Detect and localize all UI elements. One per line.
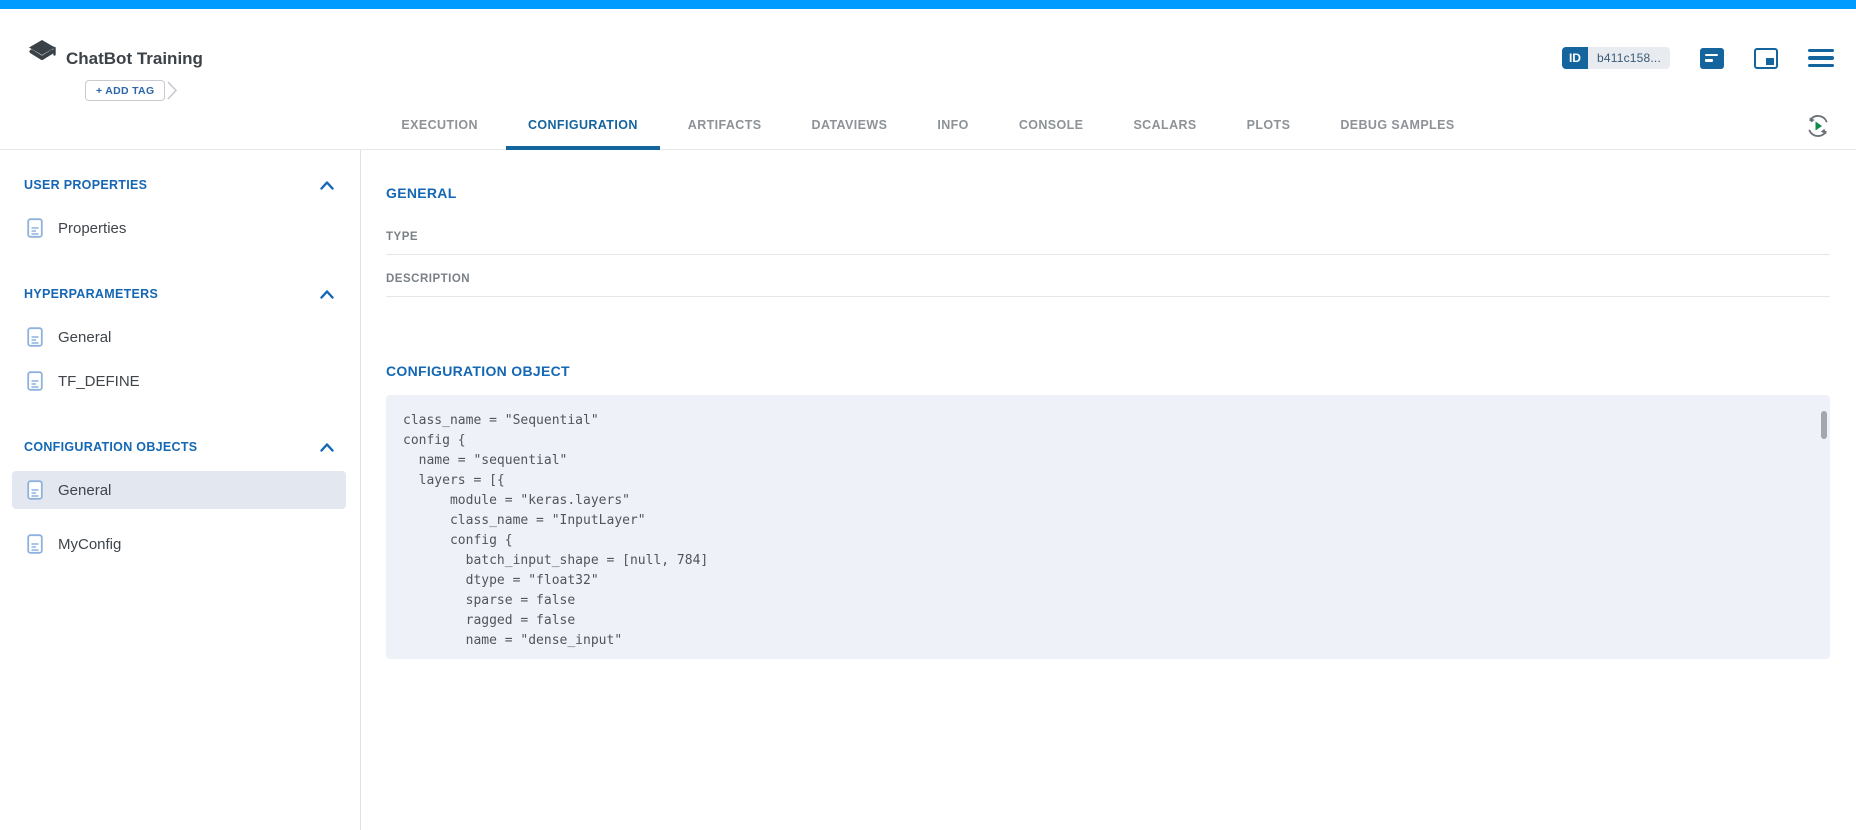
configuration-sidebar: USER PROPERTIES Properties HYPERPARAMETE… bbox=[0, 150, 361, 830]
description-label: DESCRIPTION bbox=[386, 273, 470, 285]
tab-plots[interactable]: PLOTS bbox=[1225, 118, 1313, 150]
code-line: config { bbox=[403, 531, 1800, 551]
side-panel-toggle-icon[interactable] bbox=[1754, 48, 1778, 69]
type-label: TYPE bbox=[386, 231, 418, 243]
tab-configuration[interactable]: CONFIGURATION bbox=[506, 118, 660, 150]
add-tag: + ADD TAG bbox=[85, 80, 178, 101]
configuration-panel: GENERAL TYPE DESCRIPTION CONFIGURATION O… bbox=[361, 150, 1856, 830]
section-configuration-objects[interactable]: CONFIGURATION OBJECTS bbox=[0, 438, 360, 456]
tag-chevron-icon bbox=[167, 80, 178, 101]
tab-info[interactable]: INFO bbox=[915, 118, 990, 150]
code-line: sparse = false bbox=[403, 591, 1800, 611]
configuration-object-heading: CONFIGURATION OBJECT bbox=[386, 363, 1830, 379]
code-line: name = "sequential" bbox=[403, 451, 1800, 471]
section-title: CONFIGURATION OBJECTS bbox=[24, 440, 197, 454]
content-area: USER PROPERTIES Properties HYPERPARAMETE… bbox=[0, 150, 1856, 830]
section-title: HYPERPARAMETERS bbox=[24, 287, 158, 301]
experiment-id-badge[interactable]: ID b411c158... bbox=[1562, 47, 1670, 69]
configuration-object-code[interactable]: class_name = "Sequential" config { name … bbox=[386, 395, 1830, 659]
code-line: name = "dense_input" bbox=[403, 631, 1800, 651]
document-icon bbox=[27, 371, 43, 391]
id-value: b411c158... bbox=[1588, 47, 1670, 69]
sidebar-item-tf-define[interactable]: TF_DEFINE bbox=[12, 362, 346, 400]
sidebar-item-config-general[interactable]: General bbox=[12, 471, 346, 509]
auto-refresh-icon[interactable] bbox=[1804, 112, 1832, 140]
sidebar-item-myconfig[interactable]: MyConfig bbox=[12, 525, 346, 563]
code-line: module = "keras.layers" bbox=[403, 491, 1800, 511]
code-scrollbar-thumb[interactable] bbox=[1821, 411, 1827, 439]
experiment-header: ChatBot Training + ADD TAG ID b411c158..… bbox=[0, 9, 1856, 150]
description-field: DESCRIPTION bbox=[386, 269, 1830, 297]
experiment-title: ChatBot Training bbox=[66, 49, 203, 69]
sidebar-item-label: TF_DEFINE bbox=[58, 373, 140, 390]
section-hyperparameters[interactable]: HYPERPARAMETERS bbox=[0, 285, 360, 303]
tab-execution[interactable]: EXECUTION bbox=[379, 118, 500, 150]
sidebar-item-label: General bbox=[58, 482, 111, 499]
tab-debug-samples[interactable]: DEBUG SAMPLES bbox=[1318, 118, 1476, 150]
document-icon bbox=[27, 218, 43, 238]
code-line: class_name = "Sequential" bbox=[403, 411, 1800, 431]
code-line: ragged = false bbox=[403, 611, 1800, 631]
chevron-up-icon bbox=[320, 290, 334, 299]
id-label: ID bbox=[1562, 47, 1588, 69]
document-icon bbox=[27, 480, 43, 500]
menu-icon[interactable] bbox=[1808, 49, 1834, 68]
code-line: class_name = "InputLayer" bbox=[403, 511, 1800, 531]
tab-scalars[interactable]: SCALARS bbox=[1111, 118, 1218, 150]
document-icon bbox=[27, 534, 43, 554]
sidebar-item-label: General bbox=[58, 329, 111, 346]
sidebar-item-label: MyConfig bbox=[58, 536, 121, 553]
section-title: USER PROPERTIES bbox=[24, 178, 147, 192]
chevron-up-icon bbox=[320, 443, 334, 452]
app-window: COMPLETED ChatBot Training + ADD TAG ID … bbox=[0, 0, 1856, 830]
sidebar-item-properties[interactable]: Properties bbox=[12, 209, 346, 247]
code-line: layers = [{ bbox=[403, 471, 1800, 491]
tab-bar: EXECUTION CONFIGURATION ARTIFACTS DATAVI… bbox=[0, 104, 1856, 150]
sidebar-item-label: Properties bbox=[58, 220, 126, 237]
type-field: TYPE bbox=[386, 227, 1830, 255]
tab-artifacts[interactable]: ARTIFACTS bbox=[666, 118, 784, 150]
section-user-properties[interactable]: USER PROPERTIES bbox=[0, 176, 360, 194]
header-right-controls: ID b411c158... bbox=[1562, 47, 1834, 69]
tab-console[interactable]: CONSOLE bbox=[997, 118, 1106, 150]
top-status-bar bbox=[0, 0, 1856, 9]
document-icon bbox=[27, 327, 43, 347]
code-line: batch_input_shape = [null, 784] bbox=[403, 551, 1800, 571]
general-section-heading: GENERAL bbox=[386, 185, 1830, 201]
experiment-logo-icon bbox=[27, 39, 57, 67]
add-tag-button[interactable]: + ADD TAG bbox=[85, 80, 165, 101]
task-notes-icon[interactable] bbox=[1700, 48, 1724, 69]
tab-dataviews[interactable]: DATAVIEWS bbox=[790, 118, 910, 150]
code-line: dtype = "float32" bbox=[403, 571, 1800, 591]
chevron-up-icon bbox=[320, 181, 334, 190]
code-line: config { bbox=[403, 431, 1800, 451]
sidebar-item-hp-general[interactable]: General bbox=[12, 318, 346, 356]
